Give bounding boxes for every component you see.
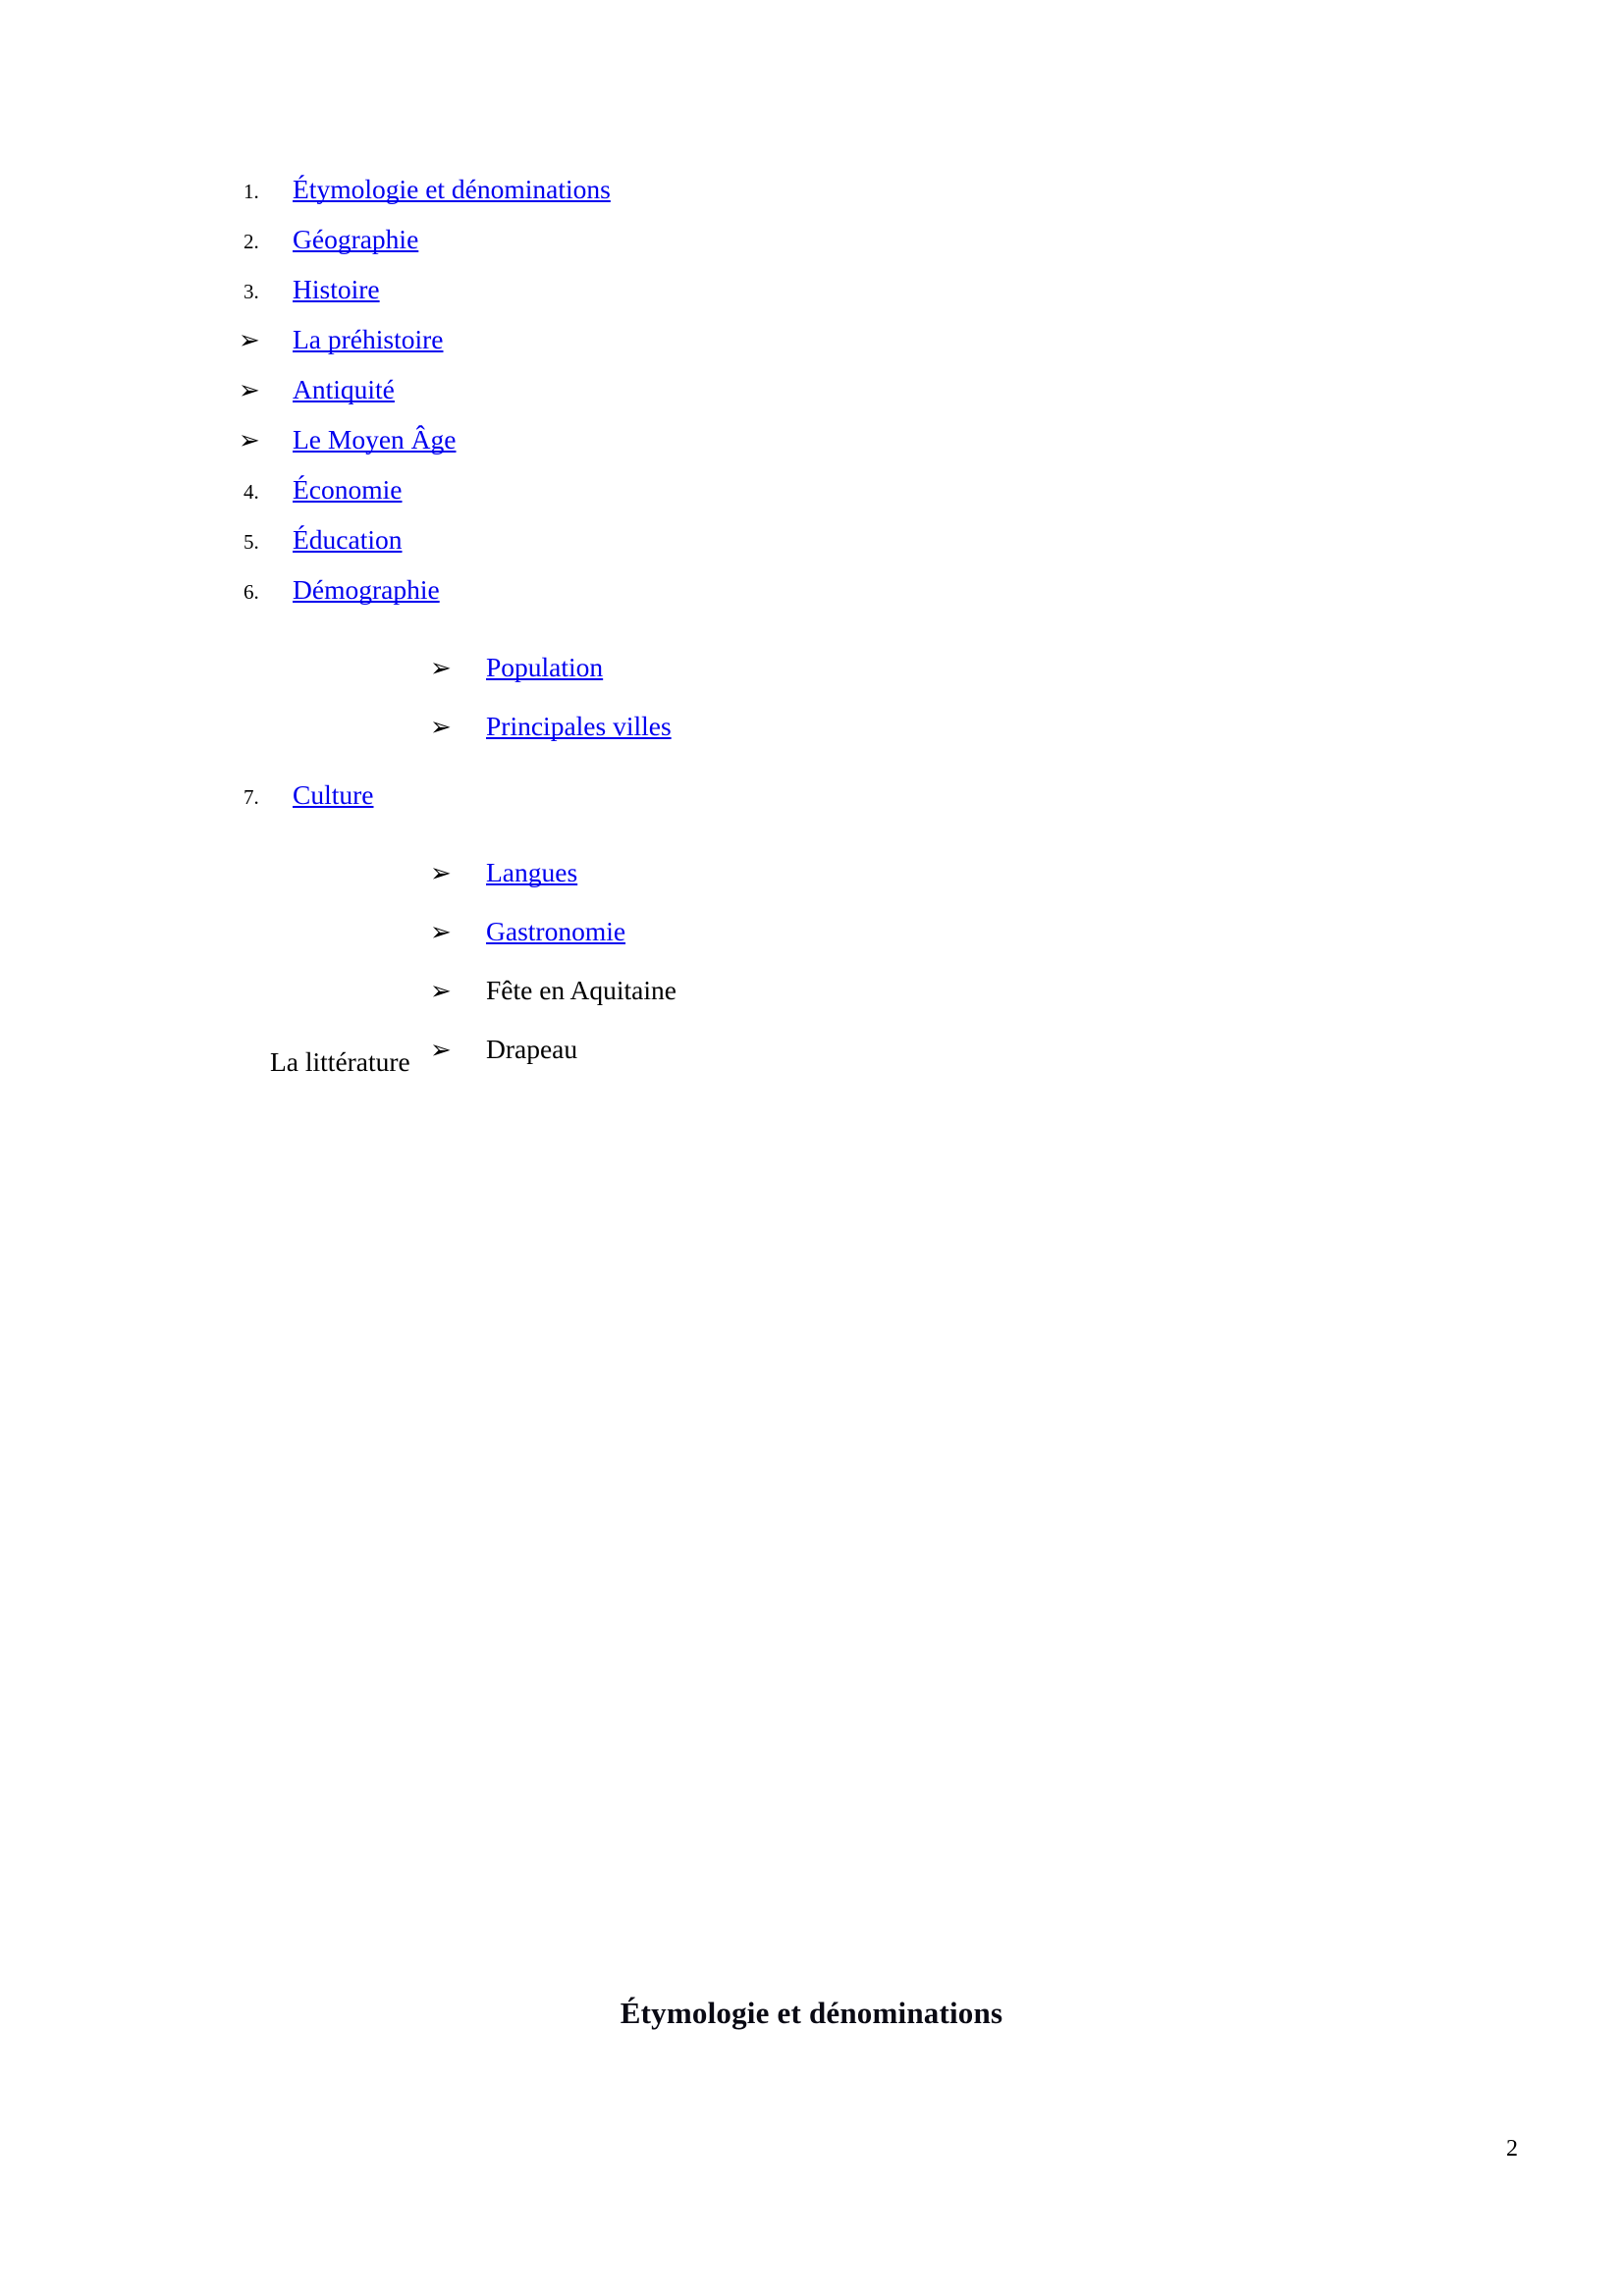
- toc-item-gastronomie[interactable]: ➢ Gastronomie: [0, 902, 1623, 961]
- toc-link-population[interactable]: Population: [486, 638, 603, 697]
- toc-item-le-moyen-age[interactable]: ➢ Le Moyen Âge: [0, 414, 1623, 464]
- toc-item-la-prehistoire[interactable]: ➢ La préhistoire: [0, 314, 1623, 364]
- toc-item-demographie[interactable]: 6. Démographie: [0, 564, 1623, 614]
- toc-link-histoire[interactable]: Histoire: [293, 264, 380, 314]
- toc-item-population[interactable]: ➢ Population: [0, 638, 1623, 697]
- list-marker-number: 6.: [243, 580, 259, 604]
- toc-link-demographie[interactable]: Démographie: [293, 564, 440, 614]
- list-marker-number: 7.: [243, 785, 259, 809]
- toc-link-principales-villes[interactable]: Principales villes: [486, 697, 672, 756]
- page-number: 2: [1506, 2136, 1518, 2162]
- toc-link-gastronomie[interactable]: Gastronomie: [486, 902, 625, 961]
- toc-link-la-prehistoire[interactable]: La préhistoire: [293, 314, 443, 364]
- toc-item-economie[interactable]: 4. Économie: [0, 464, 1623, 514]
- toc-item-etymologie[interactable]: 1. Étymologie et dénominations: [0, 164, 1623, 214]
- page-title: Étymologie et dénominations: [620, 1996, 1003, 2030]
- toc-item-fete-en-aquitaine: ➢ Fête en Aquitaine: [0, 961, 1623, 1020]
- arrow-bullet-icon: ➢: [430, 1036, 452, 1065]
- toc-item-histoire[interactable]: 3. Histoire: [0, 264, 1623, 314]
- arrow-bullet-icon: ➢: [430, 654, 452, 683]
- toc-item-antiquite[interactable]: ➢ Antiquité: [0, 364, 1623, 414]
- toc-item-principales-villes[interactable]: ➢ Principales villes: [0, 697, 1623, 756]
- toc-text-la-litterature: La littérature: [270, 1046, 410, 1077]
- arrow-bullet-icon: ➢: [430, 859, 452, 888]
- toc-item-drapeau: ➢ Drapeau: [0, 1020, 1623, 1079]
- table-of-contents: 1. Étymologie et dénominations 2. Géogra…: [0, 164, 1623, 1079]
- toc-link-antiquite[interactable]: Antiquité: [293, 364, 395, 414]
- toc-link-education[interactable]: Éducation: [293, 514, 403, 564]
- toc-text-drapeau: Drapeau: [486, 1034, 578, 1064]
- toc-link-langues[interactable]: Langues: [486, 843, 577, 902]
- toc-text-fete-en-aquitaine: Fête en Aquitaine: [486, 975, 676, 1005]
- arrow-bullet-icon: ➢: [430, 918, 452, 947]
- document-page: 1. Étymologie et dénominations 2. Géogra…: [0, 0, 1623, 2296]
- toc-link-culture[interactable]: Culture: [293, 770, 374, 820]
- toc-item-langues[interactable]: ➢ Langues: [0, 843, 1623, 902]
- toc-link-geographie[interactable]: Géographie: [293, 214, 418, 264]
- list-marker-number: 3.: [243, 280, 259, 303]
- list-marker-number: 1.: [243, 180, 259, 203]
- arrow-bullet-icon: ➢: [239, 426, 260, 455]
- toc-item-geographie[interactable]: 2. Géographie: [0, 214, 1623, 264]
- arrow-bullet-icon: ➢: [239, 326, 260, 355]
- toc-link-le-moyen-age[interactable]: Le Moyen Âge: [293, 414, 456, 464]
- list-marker-number: 4.: [243, 480, 259, 504]
- toc-link-economie[interactable]: Économie: [293, 464, 403, 514]
- arrow-bullet-icon: ➢: [430, 977, 452, 1006]
- toc-item-education[interactable]: 5. Éducation: [0, 514, 1623, 564]
- arrow-bullet-icon: ➢: [239, 376, 260, 405]
- list-marker-number: 2.: [243, 230, 259, 253]
- toc-item-culture[interactable]: 7. Culture: [0, 770, 1623, 820]
- arrow-bullet-icon: ➢: [430, 713, 452, 742]
- toc-link-etymologie[interactable]: Étymologie et dénominations: [293, 164, 611, 214]
- list-marker-number: 5.: [243, 530, 259, 554]
